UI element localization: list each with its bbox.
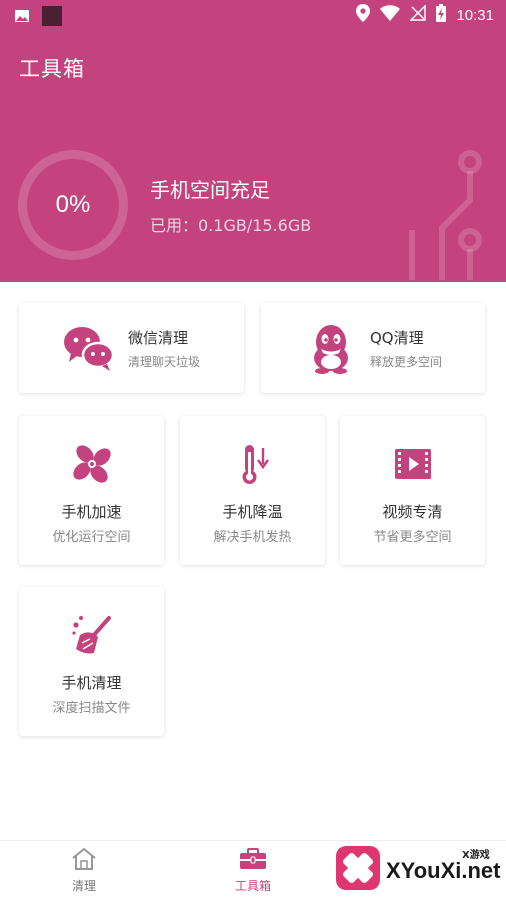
wifi-icon — [380, 5, 401, 25]
qq-clean-card[interactable]: QQ清理 释放更多空间 — [261, 303, 485, 393]
wechat-clean-subtitle: 清理聊天垃圾 — [128, 355, 201, 369]
wechat-icon — [63, 322, 115, 374]
qq-clean-subtitle: 释放更多空间 — [370, 355, 443, 369]
phone-clean-subtitle: 深度扫描文件 — [52, 701, 131, 716]
storage-status: 手机空间充足 — [150, 178, 270, 202]
wechat-clean-card[interactable]: 微信清理 清理聊天垃圾 — [19, 303, 244, 393]
nav-tab-clean[interactable]: 清理 — [29, 847, 139, 894]
watermark-logo-icon — [336, 846, 380, 890]
video-clean-title: 视频专清 — [382, 503, 443, 521]
nav-toolbox-label: 工具箱 — [234, 879, 271, 893]
storage-percent: 0% — [55, 191, 91, 218]
phone-cool-card[interactable]: 手机降温 解决手机发热 — [180, 416, 325, 565]
phone-speed-subtitle: 优化运行空间 — [52, 530, 131, 545]
qq-clean-title: QQ清理 — [370, 329, 424, 347]
wechat-clean-title: 微信清理 — [128, 329, 189, 347]
location-icon — [356, 4, 371, 26]
circuit-decoration — [409, 150, 482, 280]
no-sim-icon — [409, 4, 427, 25]
video-clean-card[interactable]: 视频专清 节省更多空间 — [340, 416, 485, 565]
phone-clean-card[interactable]: 手机清理 深度扫描文件 — [19, 587, 164, 736]
page-title: 工具箱 — [19, 57, 85, 81]
phone-cool-title: 手机降温 — [222, 503, 283, 521]
home-icon — [70, 847, 98, 875]
image-icon — [14, 8, 30, 28]
video-clean-subtitle: 节省更多空间 — [373, 530, 452, 545]
film-icon — [391, 442, 435, 486]
thermometer-icon — [231, 442, 275, 486]
phone-clean-title: 手机清理 — [61, 674, 122, 692]
battery-charging-icon — [436, 4, 447, 26]
status-time: 10:31 — [456, 6, 494, 24]
phone-speed-card[interactable]: 手机加速 优化运行空间 — [19, 416, 164, 565]
toolbox-icon — [238, 848, 268, 875]
watermark-main-text: XYouXi.net — [386, 858, 501, 883]
phone-speed-title: 手机加速 — [61, 503, 122, 521]
fan-icon — [70, 442, 114, 486]
site-watermark: X游戏 XYouXi.net — [330, 842, 506, 900]
nav-tab-toolbox[interactable]: 工具箱 — [198, 847, 308, 894]
status-bar: 10:31 — [0, 0, 506, 30]
app-square-icon — [42, 6, 62, 30]
qq-penguin-icon — [305, 322, 357, 374]
broom-icon — [70, 613, 114, 657]
phone-cool-subtitle: 解决手机发热 — [213, 530, 292, 545]
nav-clean-label: 清理 — [71, 879, 96, 893]
header-panel: 10:31 工具箱 0% 手机空间充足 已用：0.1GB/15.6GB — [0, 0, 506, 282]
storage-usage: 已用：0.1GB/15.6GB — [150, 216, 312, 235]
